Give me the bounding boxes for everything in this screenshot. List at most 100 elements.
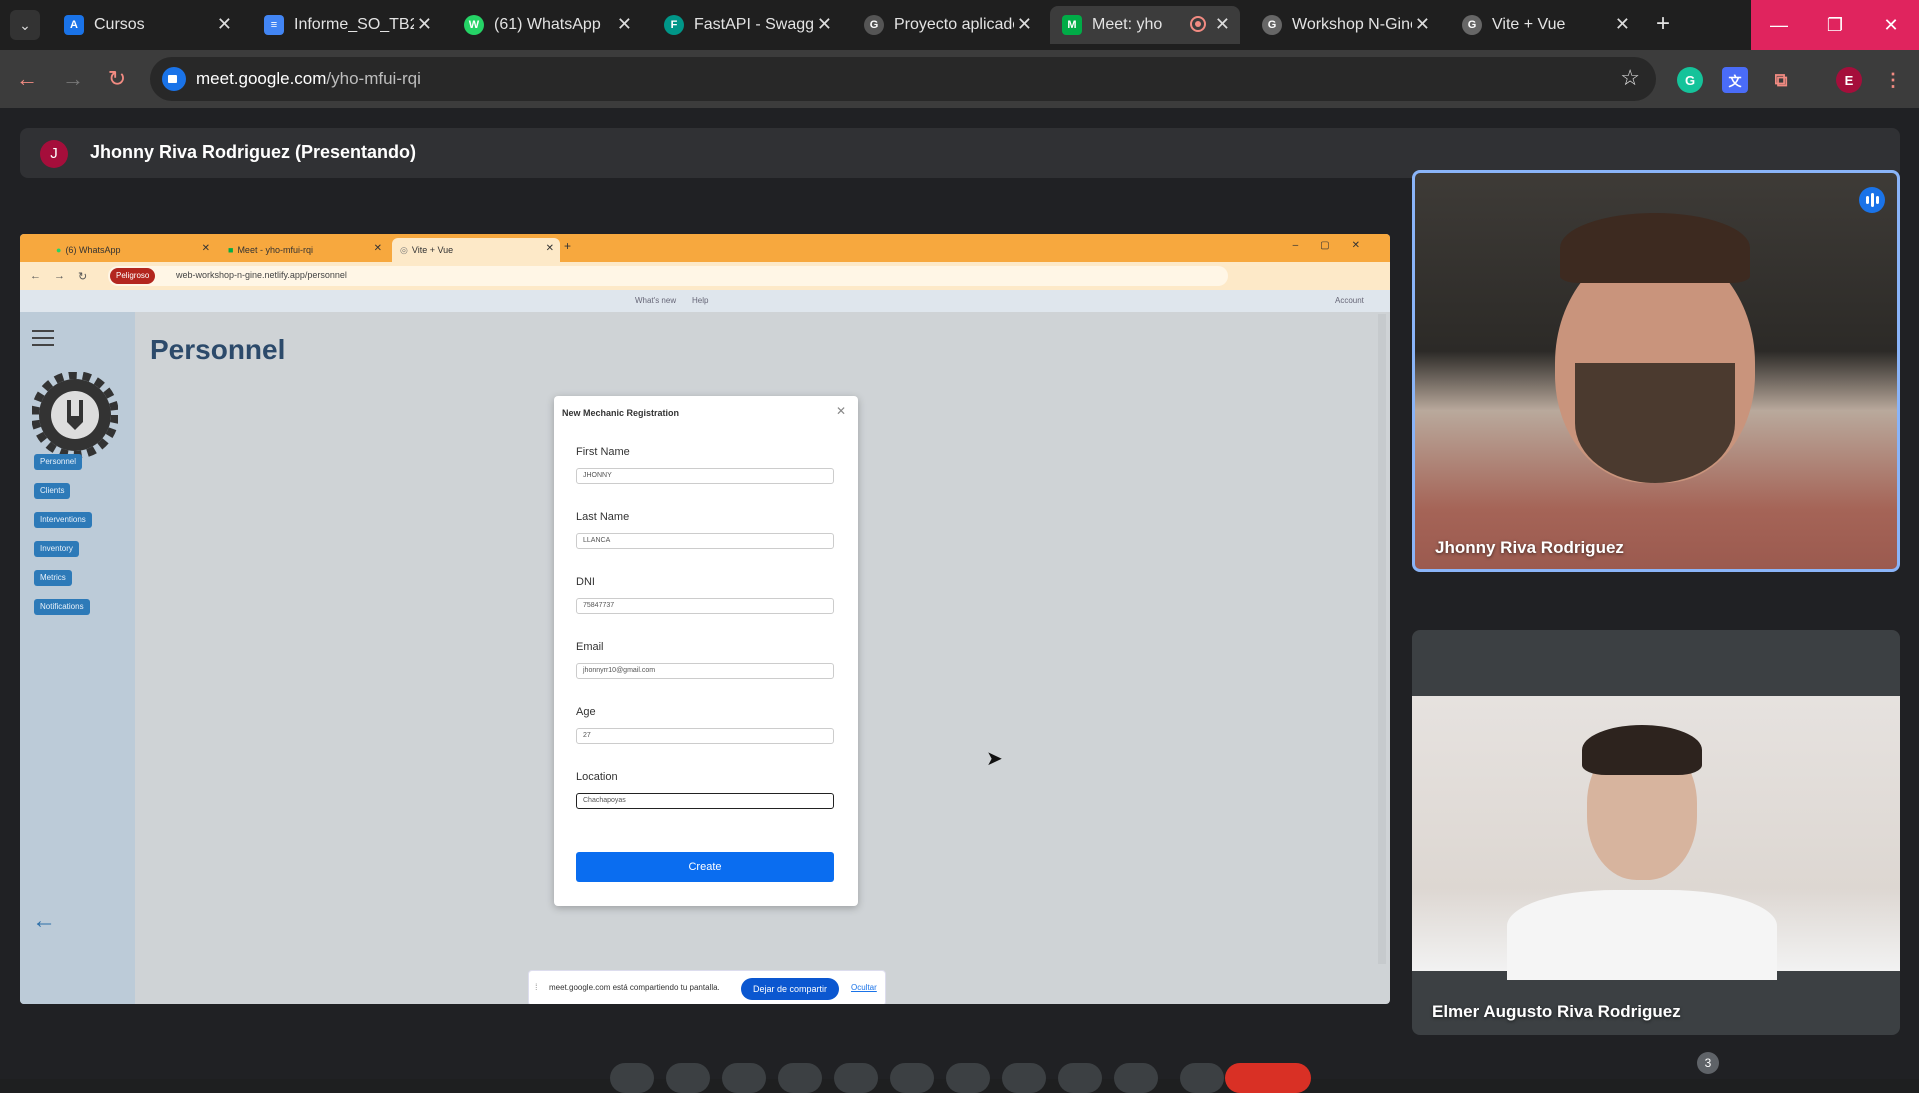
globe-icon: G	[1262, 15, 1282, 35]
sidebar-item-metrics: Metrics	[34, 570, 72, 586]
menu-kebab-icon[interactable]: ⋮	[1880, 67, 1906, 93]
docs-favicon-icon: ≡	[264, 15, 284, 35]
close-window-button[interactable]: ✕	[1863, 0, 1919, 50]
sidebar-item-inventory: Inventory	[34, 541, 79, 557]
close-icon[interactable]: ✕	[1017, 14, 1032, 35]
shared-screen[interactable]: ● (6) WhatsApp ✕ ■ Meet - yho-mfui-rqi ✕ ◎…	[20, 234, 1390, 1004]
camera-button[interactable]	[666, 1063, 710, 1093]
back-icon: ←	[30, 270, 41, 282]
minimize-button[interactable]: —	[1751, 0, 1807, 50]
tab-workshop[interactable]: G Workshop N-Gine ✕	[1250, 6, 1440, 44]
shared-url: web-workshop-n-gine.netlify.app/personne…	[176, 270, 347, 280]
close-icon[interactable]: ✕	[1615, 14, 1630, 35]
browser-tab-strip: ⌄ A Cursos ✕ ≡ Informe_SO_TB2 ✕ W (61) W…	[0, 0, 1919, 50]
close-icon: ✕	[545, 243, 554, 254]
whatsapp-icon: ●	[56, 245, 62, 255]
captions-button[interactable]	[722, 1063, 766, 1093]
scrollbar	[1378, 314, 1386, 964]
close-icon[interactable]: ✕	[817, 14, 832, 35]
close-icon[interactable]: ✕	[417, 14, 432, 35]
forward-icon: →	[54, 270, 65, 282]
back-button[interactable]: ←	[12, 64, 42, 94]
meet-icon: ■	[228, 245, 234, 255]
participant-video-beard	[1575, 363, 1735, 483]
url-text[interactable]: meet.google.com/yho-mfui-rqi	[196, 69, 421, 89]
sidebar-item-clients: Clients	[34, 483, 71, 499]
translate-icon[interactable]: 文	[1722, 67, 1748, 93]
close-icon[interactable]: ✕	[1415, 14, 1430, 35]
location-label: Location	[576, 771, 618, 783]
collapse-arrow-icon: ←	[32, 907, 56, 934]
tab-title: Workshop N-Gine	[1292, 16, 1412, 33]
tab-vite[interactable]: G Vite + Vue ✕	[1450, 6, 1640, 44]
dni-label: DNI	[576, 576, 595, 588]
sidebar-item-personnel: Personnel	[34, 454, 83, 470]
reload-button[interactable]: ↻	[102, 64, 132, 94]
participant-name: Elmer Augusto Riva Rodriguez	[1432, 1002, 1681, 1021]
chatgpt-favicon-icon: G	[864, 15, 884, 35]
registration-modal: New Mechanic Registration ✕ First Name J…	[554, 396, 858, 906]
bookmark-star-icon[interactable]: ☆	[1620, 65, 1640, 91]
mic-button[interactable]	[610, 1063, 654, 1093]
site-info-icon[interactable]	[162, 67, 186, 91]
last-name-field: LLANCA	[576, 533, 834, 549]
drag-handle-icon: ⁞	[535, 982, 538, 992]
location-field: Chachapoyas	[576, 793, 834, 809]
shared-toolbar: ← → ↻ Peligroso web-workshop-n-gine.netl…	[20, 262, 1390, 290]
fastapi-favicon-icon: F	[664, 15, 684, 35]
shared-tab: ◎ Vite + Vue ✕	[392, 238, 560, 262]
restore-button[interactable]: ❐	[1807, 0, 1863, 50]
email-field: jhonnyrr10@gmail.com	[576, 663, 834, 679]
tab-search-button[interactable]: ⌄	[10, 10, 40, 40]
tab-title: Cursos	[94, 16, 145, 33]
tab-whatsapp[interactable]: W (61) WhatsApp ✕	[452, 6, 642, 44]
chat-button[interactable]	[1002, 1063, 1046, 1093]
info-button[interactable]	[1180, 1063, 1224, 1093]
tab-cursos[interactable]: A Cursos ✕	[52, 6, 242, 44]
reactions-button[interactable]	[778, 1063, 822, 1093]
shared-tab: ■ Meet - yho-mfui-rqi ✕	[220, 238, 388, 262]
new-tab-button[interactable]: +	[1648, 10, 1678, 40]
close-icon[interactable]: ✕	[1215, 14, 1230, 35]
address-bar[interactable]: meet.google.com/yho-mfui-rqi ☆	[150, 57, 1656, 101]
more-options-button[interactable]	[946, 1063, 990, 1093]
close-icon: ✕	[373, 243, 382, 254]
tab-title: Proyecto aplicado	[894, 16, 1014, 33]
close-icon[interactable]: ✕	[217, 14, 232, 35]
tab-title: Meet: yho-mfui-rqi	[1092, 16, 1162, 33]
settings-button[interactable]	[1114, 1063, 1158, 1093]
tab-meet[interactable]: M Meet: yho-mfui-rqi ✕	[1050, 6, 1240, 44]
grammarly-icon[interactable]: G	[1677, 67, 1703, 93]
extensions-icon[interactable]: ⧉	[1768, 67, 1794, 93]
meet-stage: J Jhonny Riva Rodriguez (Presentando) ● …	[0, 108, 1919, 1079]
tab-proyecto[interactable]: G Proyecto aplicado ✕	[852, 6, 1042, 44]
dni-field: 75847737	[576, 598, 834, 614]
share-notice: meet.google.com está compartiendo tu pan…	[549, 983, 720, 992]
hand-raise-button[interactable]	[890, 1063, 934, 1093]
meet-favicon-icon: M	[1062, 15, 1082, 35]
participant-video-hair	[1560, 213, 1750, 283]
tab-fastapi[interactable]: F FastAPI - Swagger ✕	[652, 6, 842, 44]
participant-tile-elmer[interactable]: Elmer Augusto Riva Rodriguez	[1412, 630, 1900, 1035]
profile-avatar[interactable]: E	[1836, 67, 1862, 93]
whats-new-link: What's new	[635, 296, 677, 305]
age-label: Age	[576, 706, 596, 718]
email-label: Email	[576, 641, 604, 653]
present-button[interactable]	[834, 1063, 878, 1093]
shared-address-bar: Peligroso web-workshop-n-gine.netlify.ap…	[108, 266, 1228, 286]
whatsapp-favicon-icon: W	[464, 15, 484, 35]
avatar: J	[40, 140, 68, 168]
forward-button[interactable]: →	[58, 64, 88, 94]
leave-call-button[interactable]	[1225, 1063, 1311, 1093]
age-field: 27	[576, 728, 834, 744]
tab-informe[interactable]: ≡ Informe_SO_TB2 ✕	[252, 6, 442, 44]
close-icon[interactable]: ✕	[617, 14, 632, 35]
activities-button[interactable]	[1058, 1063, 1102, 1093]
reload-icon: ↻	[78, 271, 88, 283]
new-tab-icon: +	[564, 239, 572, 253]
people-count-badge[interactable]: 3	[1697, 1052, 1719, 1074]
hide-link: Ocultar	[851, 983, 877, 992]
participant-tile-jhonny[interactable]: Jhonny Riva Rodriguez	[1412, 170, 1900, 572]
tab-title: Vite + Vue	[1492, 16, 1566, 33]
first-name-field: JHONNY	[576, 468, 834, 484]
